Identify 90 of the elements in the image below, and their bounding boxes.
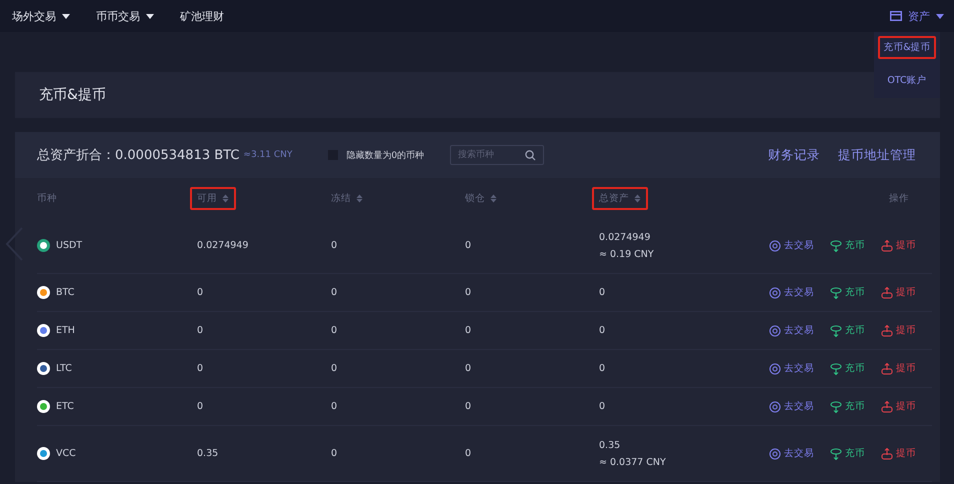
coin-icon [769, 400, 781, 412]
locked-amount: 0 [465, 240, 472, 251]
dropdown-item[interactable]: OTC账户 [882, 69, 932, 92]
coin-name: LTC [56, 363, 72, 374]
withdraw-icon [881, 448, 893, 460]
coin-icon [769, 362, 781, 374]
coin-icon [769, 240, 781, 252]
coin-name: ETC [56, 401, 74, 412]
column-header[interactable]: 可用 [190, 186, 236, 210]
withdraw-icon [881, 362, 893, 374]
coin-icon [769, 286, 781, 298]
available-amount: 0 [197, 363, 204, 374]
locked-amount: 0 [465, 325, 472, 336]
row-action-link[interactable]: 去交易 [769, 286, 814, 299]
nav-menu-item[interactable]: 币币交易 [96, 8, 154, 24]
nav-menu-item[interactable]: 矿池理财 [180, 8, 224, 24]
row-action-link[interactable]: 充币 [830, 447, 865, 460]
total-cny-value: ≈ 0.19 CNY [599, 248, 655, 260]
total-cny-value: ≈ 0.0377 CNY [599, 456, 667, 468]
row-action-link[interactable]: 提币 [881, 324, 916, 337]
deposit-icon [830, 324, 842, 336]
row-action-link[interactable]: 提币 [881, 400, 916, 413]
total-amount: 0 [599, 287, 606, 298]
frozen-amount: 0 [331, 240, 338, 251]
search-field[interactable]: 搜索币种 [450, 145, 544, 165]
total-amount: 0.35 [599, 440, 622, 450]
locked-amount: 0 [465, 401, 472, 412]
row-action-link[interactable]: 提币 [881, 239, 916, 252]
withdraw-icon [881, 240, 893, 252]
row-action-link[interactable]: 提币 [881, 447, 916, 460]
column-header: 币种 [36, 192, 58, 206]
deposit-icon [830, 448, 842, 460]
coin-name: VCC [56, 448, 76, 459]
row-action-link[interactable]: 去交易 [769, 362, 814, 375]
row-action-link[interactable]: 充币 [830, 324, 865, 337]
coin-name: ETH [56, 325, 75, 336]
coin-icon [769, 324, 781, 336]
deposit-icon [830, 240, 842, 252]
locked-amount: 0 [465, 287, 472, 298]
deposit-icon [830, 362, 842, 374]
coin-icon [769, 448, 781, 460]
deposit-icon [830, 286, 842, 298]
total-assets-label: 总资产折合：0.0000534813 BTC [37, 147, 240, 164]
withdraw-icon [881, 400, 893, 412]
row-action-link[interactable]: 充币 [830, 400, 865, 413]
hide-zero-label: 隐藏数量为0的币种 [346, 150, 424, 162]
column-header: 操作 [888, 192, 910, 206]
row-action-link[interactable]: 提币 [881, 286, 916, 299]
row-action-link[interactable]: 提币 [881, 362, 916, 375]
withdraw-icon [881, 324, 893, 336]
frozen-amount: 0 [331, 363, 338, 374]
frozen-amount: 0 [331, 325, 338, 336]
wallet-icon [890, 11, 902, 21]
available-amount: 0 [197, 325, 204, 336]
dropdown-item[interactable]: 充币&提币 [878, 36, 936, 59]
total-amount: 0.0274949 [599, 232, 652, 242]
row-action-link[interactable]: 充币 [830, 362, 865, 375]
assets-menu[interactable]: 资产 [890, 8, 944, 24]
frozen-amount: 0 [331, 448, 338, 459]
available-amount: 0 [197, 287, 204, 298]
column-header[interactable]: 总资产 [592, 186, 648, 210]
header-link[interactable]: 提币地址管理 [838, 146, 916, 164]
column-header[interactable]: 锁仓 [458, 186, 504, 210]
page-title: 充币&提币 [39, 86, 106, 104]
deposit-icon [830, 400, 842, 412]
coin-name: USDT [56, 240, 82, 251]
row-action-link[interactable]: 去交易 [769, 324, 814, 337]
row-action-link[interactable]: 充币 [830, 286, 865, 299]
locked-amount: 0 [465, 363, 472, 374]
caret-icon [936, 14, 944, 18]
row-action-link[interactable]: 充币 [830, 239, 865, 252]
locked-amount: 0 [465, 448, 472, 459]
header-link[interactable]: 财务记录 [768, 146, 820, 164]
column-header[interactable]: 冻结 [324, 186, 370, 210]
withdraw-icon [881, 286, 893, 298]
search-icon [525, 150, 536, 161]
coin-name: BTC [56, 287, 74, 298]
total-amount: 0 [599, 325, 606, 336]
row-action-link[interactable]: 去交易 [769, 447, 814, 460]
available-amount: 0.0274949 [197, 240, 250, 251]
row-action-link[interactable]: 去交易 [769, 239, 814, 252]
total-amount: 0 [599, 401, 606, 412]
available-amount: 0.35 [197, 448, 220, 459]
row-action-link[interactable]: 去交易 [769, 400, 814, 413]
nav-menu-item[interactable]: 场外交易 [12, 8, 70, 24]
total-amount: 0 [599, 363, 606, 374]
available-amount: 0 [197, 401, 204, 412]
frozen-amount: 0 [331, 287, 338, 298]
total-cny: ≈3.11 CNY [243, 150, 292, 160]
frozen-amount: 0 [331, 401, 338, 412]
